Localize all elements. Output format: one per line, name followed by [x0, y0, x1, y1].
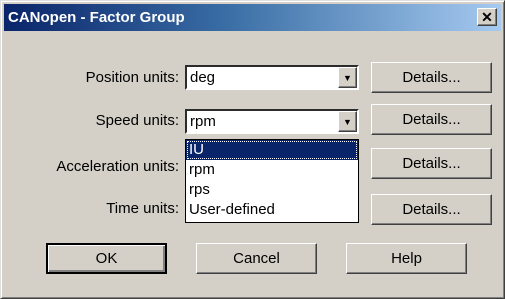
title-bar[interactable]: CANopen - Factor Group ✕ — [4, 4, 501, 31]
speed-units-select[interactable]: rpm ▼ — [185, 109, 359, 134]
position-details-button[interactable]: Details... — [371, 62, 492, 93]
acceleration-units-label: Acceleration units: — [56, 158, 179, 175]
window-title: CANopen - Factor Group — [8, 9, 185, 26]
position-units-value: deg — [190, 69, 216, 86]
close-button[interactable]: ✕ — [477, 8, 497, 26]
time-details-button[interactable]: Details... — [371, 194, 492, 225]
ok-button[interactable]: OK — [46, 243, 167, 274]
position-units-select[interactable]: deg ▼ — [185, 65, 359, 90]
chevron-down-icon[interactable]: ▼ — [338, 111, 357, 132]
dropdown-option-iu[interactable]: IU — [186, 140, 358, 160]
chevron-down-icon[interactable]: ▼ — [338, 67, 357, 88]
time-units-label: Time units: — [106, 200, 179, 217]
dropdown-option-user-defined[interactable]: User-defined — [186, 200, 358, 220]
speed-units-value: rpm — [190, 113, 216, 130]
position-units-label: Position units: — [85, 69, 179, 86]
help-button[interactable]: Help — [346, 243, 467, 274]
speed-units-label: Speed units: — [95, 112, 179, 129]
acceleration-details-button[interactable]: Details... — [371, 148, 492, 179]
speed-units-dropdown-list[interactable]: IU rpm rps User-defined — [185, 139, 359, 223]
cancel-button[interactable]: Cancel — [196, 243, 317, 274]
speed-details-button[interactable]: Details... — [371, 104, 492, 135]
dropdown-option-rpm[interactable]: rpm — [186, 160, 358, 180]
factor-group-dialog: CANopen - Factor Group ✕ Position units:… — [0, 0, 505, 299]
close-icon: ✕ — [481, 9, 493, 25]
dropdown-option-rps[interactable]: rps — [186, 180, 358, 200]
